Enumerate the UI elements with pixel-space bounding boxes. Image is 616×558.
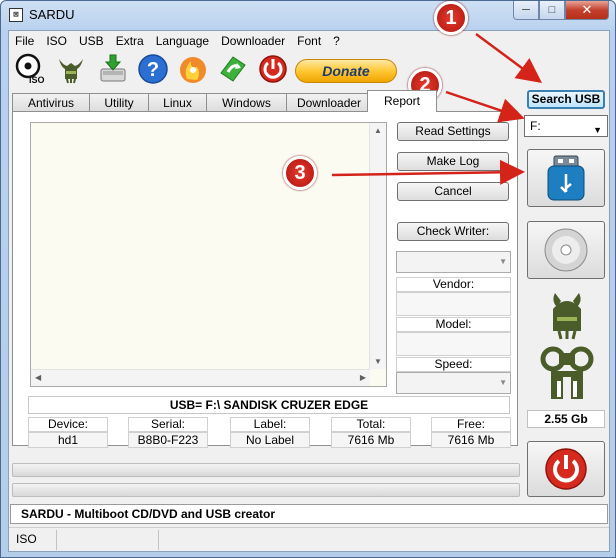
vendor-label: Vendor: <box>396 277 511 292</box>
menu-usb[interactable]: USB <box>73 31 110 51</box>
status-cell-3 <box>161 530 607 550</box>
stat-label: Label: <box>230 417 310 432</box>
cd-create-button[interactable] <box>527 221 605 279</box>
cancel-button[interactable]: Cancel <box>397 182 509 201</box>
svg-text:?: ? <box>147 59 159 81</box>
title-bar[interactable]: ⊠ SARDU ─ □ ✕ <box>1 1 615 29</box>
minimize-button[interactable]: ─ <box>513 1 539 20</box>
status-text: SARDU - Multiboot CD/DVD and USB creator <box>10 504 608 524</box>
usb-drive-icon <box>547 155 585 201</box>
viking-helmet-icon[interactable] <box>55 53 87 85</box>
menu-file[interactable]: File <box>9 31 40 51</box>
stat-device: Device: hd1 <box>28 417 108 448</box>
tab-antivirus[interactable]: Antivirus <box>12 93 90 112</box>
scroll-up-icon[interactable]: ▲ <box>374 126 382 135</box>
app-icon: ⊠ <box>9 8 23 22</box>
chevron-down-icon: ▼ <box>499 378 507 387</box>
menu-downloader[interactable]: Downloader <box>215 31 291 51</box>
stat-total: Total: 7616 Mb <box>331 417 411 448</box>
tab-strip: Antivirus Utility Linux Windows Download… <box>12 90 437 112</box>
stat-value: 7616 Mb <box>431 432 511 448</box>
iso-icon[interactable]: ISO <box>15 53 47 85</box>
scroll-left-icon[interactable]: ◀ <box>35 373 41 382</box>
donate-button[interactable]: Donate <box>295 59 397 83</box>
stat-label-name: Label: No Label <box>230 417 310 448</box>
menu-extra[interactable]: Extra <box>110 31 150 51</box>
report-panel: ▲ ▼ ◀ ▶ Read Settings Make Log Cancel Ch… <box>12 111 518 448</box>
status-cell-2 <box>59 530 159 550</box>
chevron-down-icon: ▼ <box>593 125 602 135</box>
update-icon[interactable] <box>217 53 249 85</box>
report-vertical-scrollbar[interactable]: ▲ ▼ <box>369 123 386 369</box>
stat-serial: Serial: B8B0-F223 <box>128 417 208 448</box>
exit-power-button[interactable] <box>527 441 605 497</box>
sardu-mascot-icon <box>540 293 594 399</box>
stat-free: Free: 7616 Mb <box>431 417 511 448</box>
menu-font[interactable]: Font <box>291 31 327 51</box>
svg-text:ISO: ISO <box>29 75 45 85</box>
power-icon[interactable] <box>257 53 289 85</box>
stat-label: Serial: <box>128 417 208 432</box>
client-area: File ISO USB Extra Language Downloader F… <box>8 30 610 552</box>
power-icon <box>545 448 587 490</box>
tab-linux[interactable]: Linux <box>148 93 207 112</box>
menu-bar: File ISO USB Extra Language Downloader F… <box>9 31 609 51</box>
app-window: ⊠ SARDU ─ □ ✕ File ISO USB Extra Languag… <box>0 0 616 558</box>
menu-iso[interactable]: ISO <box>40 31 73 51</box>
window-controls: ─ □ ✕ <box>513 1 609 20</box>
tab-utility[interactable]: Utility <box>89 93 149 112</box>
speed-select[interactable]: ▼ <box>396 372 511 394</box>
callout-1: 1 <box>434 1 468 35</box>
stat-label: Device: <box>28 417 108 432</box>
make-log-button[interactable]: Make Log <box>397 152 509 171</box>
tab-windows[interactable]: Windows <box>206 93 287 112</box>
usb-create-button[interactable] <box>527 149 605 207</box>
vendor-field <box>396 292 511 316</box>
stat-label: Total: <box>331 417 411 432</box>
scroll-down-icon[interactable]: ▼ <box>374 357 382 366</box>
help-icon[interactable]: ? <box>137 53 169 85</box>
drive-value: F: <box>530 119 541 133</box>
size-indicator: 2.55 Gb <box>527 410 605 428</box>
check-writer-button[interactable]: Check Writer: <box>397 222 509 241</box>
model-field <box>396 332 511 356</box>
cd-disc-icon <box>544 228 588 272</box>
close-button[interactable]: ✕ <box>565 1 609 20</box>
callout-3: 3 <box>283 156 317 190</box>
usb-info-label: USB= F:\ SANDISK CRUZER EDGE <box>28 396 510 414</box>
toolbar: ISO ? Donate <box>9 51 609 89</box>
cd-flame-icon[interactable] <box>177 53 209 85</box>
report-textarea[interactable]: ▲ ▼ ◀ ▶ <box>30 122 387 387</box>
model-label: Model: <box>396 317 511 332</box>
stat-value: hd1 <box>28 432 108 448</box>
menu-help[interactable]: ? <box>327 31 346 51</box>
progress-bar-1 <box>12 463 520 477</box>
stat-value: 7616 Mb <box>331 432 411 448</box>
read-settings-button[interactable]: Read Settings <box>397 122 509 141</box>
download-disk-icon[interactable] <box>97 53 129 85</box>
stat-value: B8B0-F223 <box>128 432 208 448</box>
progress-bar-2 <box>12 483 520 497</box>
tab-downloader[interactable]: Downloader <box>286 93 368 112</box>
window-title: SARDU <box>29 7 75 22</box>
speed-label: Speed: <box>396 357 511 372</box>
mode-indicator: ISO <box>9 530 57 550</box>
report-horizontal-scrollbar[interactable]: ◀ ▶ <box>31 369 370 386</box>
bottom-status-bar: ISO <box>9 527 609 551</box>
tab-report[interactable]: Report <box>367 90 437 112</box>
menu-language[interactable]: Language <box>150 31 215 51</box>
chevron-down-icon: ▼ <box>499 257 507 266</box>
writer-select[interactable]: ▼ <box>396 251 511 273</box>
search-usb-button[interactable]: Search USB <box>527 90 605 109</box>
drive-select[interactable]: F: ▼ <box>524 115 608 137</box>
maximize-button[interactable]: □ <box>539 1 565 20</box>
scroll-right-icon[interactable]: ▶ <box>360 373 366 382</box>
stat-label: Free: <box>431 417 511 432</box>
stat-value: No Label <box>230 432 310 448</box>
